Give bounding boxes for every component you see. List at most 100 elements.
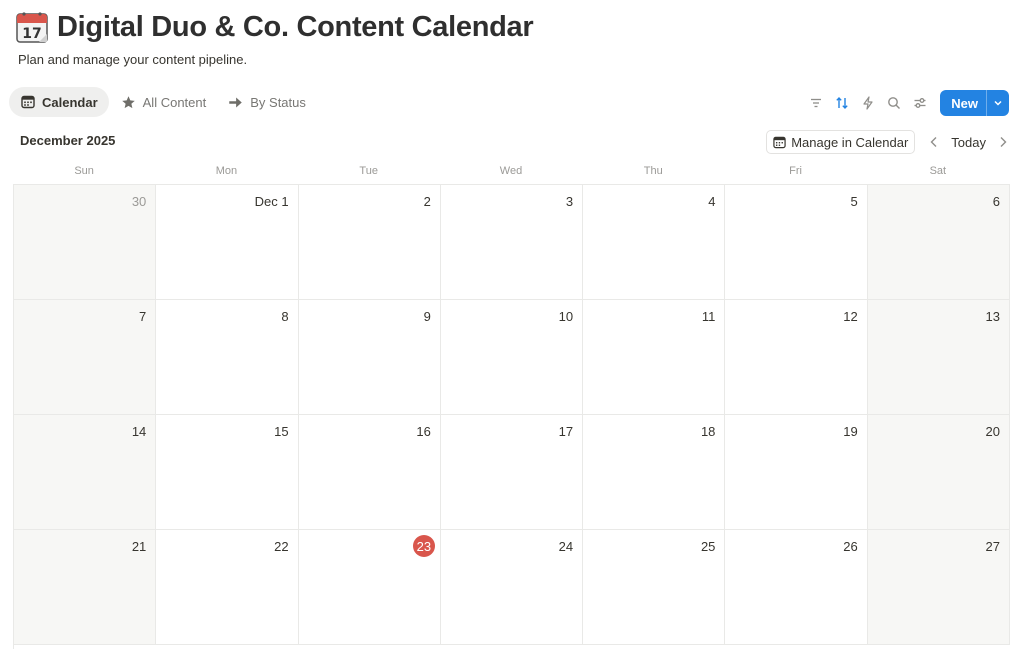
previous-month-button[interactable] bbox=[925, 131, 943, 153]
calendar-day-cell[interactable]: 13 bbox=[867, 300, 1010, 415]
day-number: 19 bbox=[843, 424, 858, 439]
day-number: 20 bbox=[985, 424, 1000, 439]
chevron-right-icon bbox=[1000, 137, 1007, 147]
automation-button[interactable] bbox=[855, 90, 881, 116]
star-icon bbox=[121, 95, 135, 108]
new-dropdown-button[interactable] bbox=[986, 90, 1009, 116]
calendar-day-cell[interactable]: 3 bbox=[440, 185, 584, 300]
weekday-thu: Thu bbox=[643, 165, 663, 177]
calendar-day-cell[interactable]: 12 bbox=[725, 300, 868, 415]
today-button[interactable]: Today bbox=[943, 135, 994, 150]
calendar-day-cell-today[interactable]: 23 bbox=[298, 530, 441, 645]
calendar-day-cell[interactable]: 21 bbox=[14, 530, 157, 645]
day-number: 14 bbox=[131, 424, 147, 439]
weekday-wed: Wed bbox=[499, 165, 523, 177]
calendar-day-cell[interactable]: 8 bbox=[156, 300, 299, 415]
day-number: 8 bbox=[281, 309, 289, 324]
tab-calendar[interactable]: Calendar bbox=[9, 87, 109, 117]
calendar-day-cell[interactable]: 5 bbox=[725, 185, 868, 300]
page-subtitle: Plan and manage your content pipeline. bbox=[18, 52, 248, 67]
next-month-button[interactable] bbox=[994, 131, 1012, 153]
day-number: 17 bbox=[558, 424, 574, 439]
sort-button[interactable] bbox=[829, 90, 855, 116]
calendar-day-cell[interactable]: 30 bbox=[14, 185, 157, 300]
day-number: 7 bbox=[139, 309, 147, 324]
chevron-down-icon bbox=[994, 100, 1002, 106]
calendar-day-cell[interactable]: 4 bbox=[583, 185, 726, 300]
day-number: 26 bbox=[843, 539, 858, 554]
page-title: Digital Duo & Co. Content Calendar bbox=[57, 10, 534, 43]
view-settings-button[interactable] bbox=[907, 90, 933, 116]
day-number: 25 bbox=[700, 539, 716, 554]
calendar-day-cell[interactable]: 25 bbox=[583, 530, 726, 645]
calendar-grid: 30 Dec 1 2 3 4 5 6 7 8 9 10 11 12 13 14 15 16 17 18 19 20 21 2… bbox=[13, 184, 1010, 649]
day-number: 9 bbox=[423, 309, 431, 324]
calendar-day-cell[interactable]: 24 bbox=[440, 530, 584, 645]
today-date-badge: 23 bbox=[412, 535, 435, 557]
calendar-day-cell[interactable]: 10 bbox=[440, 300, 584, 415]
weekday-sat: Sat bbox=[929, 165, 947, 177]
day-number: 2 bbox=[423, 194, 431, 209]
tab-all-content-label: All Content bbox=[142, 94, 207, 110]
month-label: December 2025 bbox=[20, 133, 116, 148]
settings-sliders-icon bbox=[914, 98, 926, 108]
tab-by-status-label: By Status bbox=[250, 94, 306, 110]
calendar-day-cell[interactable]: 16 bbox=[298, 415, 441, 530]
calendar-view-icon bbox=[21, 95, 35, 109]
manage-in-calendar-button[interactable]: Manage in Calendar bbox=[766, 130, 916, 154]
weekday-sun: Sun bbox=[74, 165, 94, 177]
view-tabs: Calendar All Content By Status bbox=[9, 87, 318, 117]
filter-icon bbox=[811, 98, 822, 108]
weekday-mon: Mon bbox=[215, 165, 238, 177]
search-icon bbox=[888, 97, 901, 109]
tab-all-content[interactable]: All Content bbox=[111, 87, 217, 117]
tab-by-status[interactable]: By Status bbox=[218, 87, 316, 117]
calendar-day-cell[interactable]: 17 bbox=[440, 415, 584, 530]
new-button: New bbox=[940, 90, 1009, 116]
day-number: 22 bbox=[274, 539, 289, 554]
arrow-right-icon bbox=[229, 97, 242, 107]
day-number: 24 bbox=[558, 539, 574, 554]
calendar-day-cell[interactable]: 2 bbox=[298, 185, 441, 300]
calendar-small-icon bbox=[773, 136, 786, 148]
new-button-label: New bbox=[951, 95, 978, 111]
calendar-day-cell[interactable]: 22 bbox=[156, 530, 299, 645]
day-number: 10 bbox=[558, 309, 574, 324]
lightning-icon bbox=[863, 96, 873, 110]
day-number: 6 bbox=[992, 194, 1000, 209]
calendar-day-cell[interactable]: 26 bbox=[725, 530, 868, 645]
day-number: 13 bbox=[985, 309, 1000, 324]
calendar-controls: Manage in Calendar Today bbox=[766, 130, 1012, 154]
filter-button[interactable] bbox=[803, 90, 829, 116]
database-toolbar: New bbox=[803, 90, 1009, 116]
weekday-tue: Tue bbox=[359, 165, 378, 177]
calendar-day-cell[interactable]: 11 bbox=[583, 300, 726, 415]
day-number: 5 bbox=[850, 194, 858, 209]
calendar-day-cell[interactable]: 9 bbox=[298, 300, 441, 415]
calendar-day-cell[interactable]: 7 bbox=[14, 300, 157, 415]
search-button[interactable] bbox=[881, 90, 907, 116]
new-item-button[interactable]: New bbox=[940, 90, 986, 116]
svg-text:17: 17 bbox=[22, 26, 41, 42]
day-number: 21 bbox=[131, 539, 147, 554]
calendar-day-cell[interactable]: 14 bbox=[14, 415, 157, 530]
day-number: 27 bbox=[985, 539, 1000, 554]
calendar-icon: 17 bbox=[16, 12, 48, 43]
calendar-day-cell[interactable]: 19 bbox=[725, 415, 868, 530]
weekday-header: Sun Mon Tue Wed Thu Fri Sat bbox=[13, 162, 1009, 184]
weekday-fri: Fri bbox=[789, 165, 802, 177]
calendar-day-cell[interactable]: 6 bbox=[867, 185, 1010, 300]
calendar-day-cell[interactable]: 20 bbox=[867, 415, 1010, 530]
page-header: 17 Digital Duo & Co. Content Calendar bbox=[15, 10, 534, 44]
day-number: Dec 1 bbox=[254, 194, 289, 209]
day-number: 11 bbox=[701, 309, 716, 324]
tab-calendar-label: Calendar bbox=[42, 94, 98, 110]
sort-icon bbox=[836, 96, 848, 110]
day-number: 18 bbox=[700, 424, 716, 439]
calendar-day-cell[interactable]: 27 bbox=[867, 530, 1010, 645]
calendar-day-cell[interactable]: 18 bbox=[583, 415, 726, 530]
day-number: 4 bbox=[708, 194, 716, 209]
calendar-day-cell[interactable]: Dec 1 bbox=[156, 185, 299, 300]
calendar-day-cell[interactable]: 15 bbox=[156, 415, 299, 530]
day-number: 12 bbox=[843, 309, 858, 324]
